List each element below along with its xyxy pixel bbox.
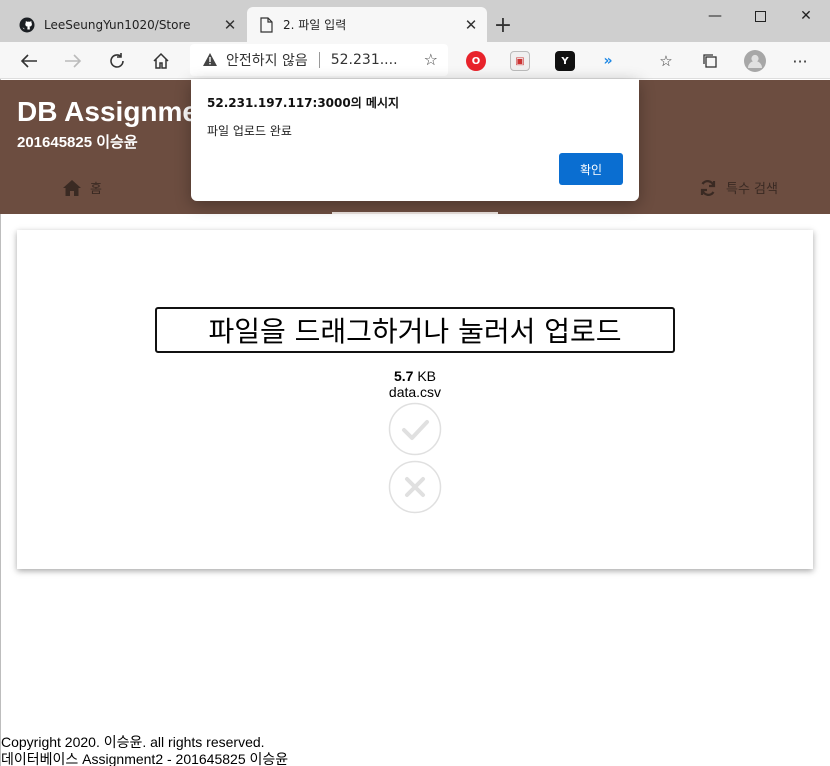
opera-adblock-icon[interactable]: O	[466, 51, 486, 71]
back-icon[interactable]	[13, 45, 45, 77]
address-divider	[318, 52, 320, 68]
warning-icon	[202, 52, 218, 68]
footer-credit: 데이터베이스 Assignment2 - 201645825 이승윤	[1, 751, 289, 766]
success-check-icon	[388, 402, 442, 456]
page-icon	[258, 16, 274, 33]
refresh-search-icon	[700, 179, 716, 196]
collections-icon[interactable]	[694, 45, 726, 77]
file-dropzone[interactable]: 파일을 드래그하거나 눌러서 업로드	[155, 307, 675, 353]
forward-icon[interactable]	[57, 45, 89, 77]
file-name: data.csv	[388, 384, 442, 400]
collection-extension-icon[interactable]: ▣	[510, 51, 530, 71]
tab-title: LeeSeungYun1020/Store	[44, 17, 191, 32]
maximize-icon[interactable]	[737, 0, 783, 32]
ok-button[interactable]: 확인	[559, 153, 623, 185]
close-icon[interactable]: ✕	[218, 13, 242, 37]
alert-dialog: 52.231.197.117:3000의 메시지 파일 업로드 완료 확인	[191, 79, 639, 201]
github-icon	[19, 17, 35, 33]
file-size-value: 5.7	[393, 368, 414, 384]
favorites-icon[interactable]: ☆	[650, 45, 682, 77]
security-label[interactable]: 안전하지 않음	[226, 50, 308, 70]
home-icon[interactable]	[145, 45, 177, 77]
file-size: 5.7 KB	[17, 368, 813, 384]
new-tab-icon[interactable]: +	[489, 11, 517, 39]
minimize-icon[interactable]: —	[692, 0, 738, 32]
nav-special-search[interactable]: 특수 검색	[699, 178, 778, 197]
dialog-title: 52.231.197.117:3000의 메시지	[207, 96, 400, 110]
tab-bar: LeeSeungYun1020/Store ✕ 2. 파일 입력 ✕ + — ✕	[0, 0, 830, 42]
page-subtitle: 201645825 이승윤	[17, 134, 138, 151]
address-bar[interactable]: 안전하지 않음 52.231.... ☆	[190, 44, 448, 76]
url-text[interactable]: 52.231....	[331, 52, 398, 68]
active-tab-indicator	[332, 212, 498, 214]
favorite-star-icon[interactable]: ☆	[424, 50, 438, 69]
browser-toolbar: 안전하지 않음 52.231.... ☆ O ▣ Y » ☆ ···	[0, 42, 830, 79]
close-icon[interactable]: ✕	[459, 13, 483, 37]
extension-y-icon[interactable]: Y	[555, 51, 575, 71]
profile-avatar-icon[interactable]	[739, 45, 771, 77]
file-size-unit: KB	[417, 368, 437, 384]
window-close-icon[interactable]: ✕	[783, 0, 829, 32]
dialog-message: 파일 업로드 완료	[207, 124, 292, 138]
refresh-icon[interactable]	[101, 45, 133, 77]
nav-home-label: 홈	[90, 182, 102, 197]
error-x-icon	[388, 460, 442, 514]
sound-extension-icon[interactable]: »	[598, 51, 618, 71]
tab-title: 2. 파일 입력	[283, 18, 347, 32]
more-menu-icon[interactable]: ···	[784, 45, 816, 77]
home-icon	[63, 179, 81, 196]
tab-file-input[interactable]: 2. 파일 입력 ✕	[247, 7, 487, 42]
nav-special-search-label: 특수 검색	[726, 182, 778, 197]
nav-home[interactable]: 홈	[63, 178, 102, 197]
upload-card: 파일을 드래그하거나 눌러서 업로드 5.7 KB data.csv	[17, 230, 813, 569]
tab-github-store[interactable]: LeeSeungYun1020/Store ✕	[8, 7, 246, 42]
